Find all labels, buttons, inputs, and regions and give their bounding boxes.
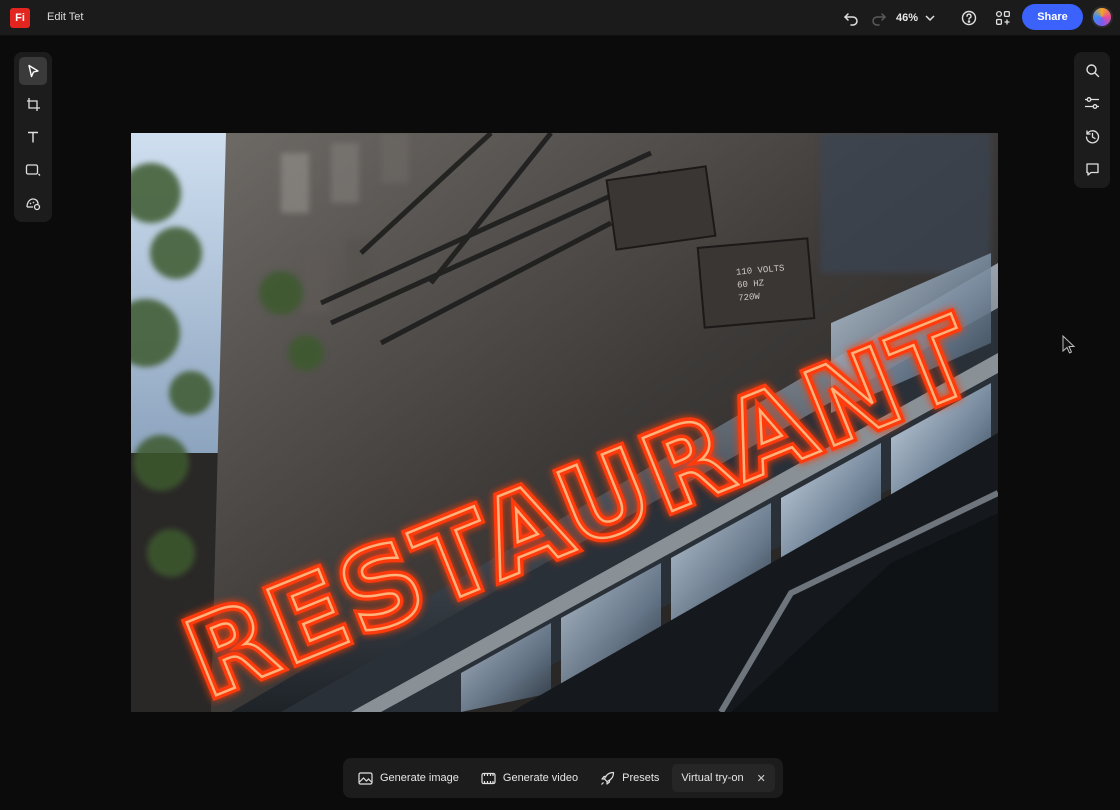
crop-icon[interactable]	[19, 90, 47, 118]
adjustments-icon[interactable]	[1078, 89, 1106, 117]
document-title[interactable]: Edit Tet	[47, 11, 84, 23]
restaurant-sign-photo: 110 VOLTS 60 HZ 720W RESTAURANT RESTAURA…	[131, 133, 998, 712]
canvas-image[interactable]: 110 VOLTS 60 HZ 720W RESTAURANT RESTAURA…	[131, 133, 998, 712]
shape-icon[interactable]	[19, 156, 47, 184]
right-toolbar	[1074, 52, 1110, 188]
apps-icon[interactable]	[992, 7, 1014, 29]
select-icon[interactable]	[19, 57, 47, 85]
left-toolbar	[14, 52, 52, 222]
app-logo[interactable]: Fi	[10, 8, 30, 28]
presets-label: Presets	[622, 772, 660, 784]
virtual-tryon-chip[interactable]: Virtual try-on ✕	[672, 764, 775, 792]
generate-video-label: Generate video	[502, 772, 579, 784]
undo-icon[interactable]	[840, 7, 862, 29]
redo-icon[interactable]	[868, 7, 890, 29]
share-button[interactable]: Share	[1022, 4, 1083, 30]
help-icon[interactable]	[958, 7, 980, 29]
close-icon[interactable]: ✕	[757, 772, 766, 785]
sign-label-watts: 720W	[738, 292, 761, 304]
generate-image-button[interactable]: Generate image	[349, 764, 468, 792]
bottom-action-bar: Generate image Generate video Presets Vi…	[343, 758, 783, 798]
text-icon[interactable]	[19, 123, 47, 151]
search-icon[interactable]	[1078, 56, 1106, 84]
chevron-down-icon	[925, 15, 935, 22]
mouse-cursor-icon	[1061, 334, 1077, 360]
generate-image-label: Generate image	[380, 772, 459, 784]
rocket-icon	[601, 771, 615, 785]
video-icon	[481, 772, 496, 784]
virtual-tryon-label: Virtual try-on	[681, 772, 744, 784]
generate-video-button[interactable]: Generate video	[472, 764, 587, 792]
history-icon[interactable]	[1078, 122, 1106, 150]
avatar[interactable]	[1091, 6, 1113, 28]
comment-icon[interactable]	[1078, 155, 1106, 183]
top-bar: Fi Edit Tet 46% Share	[0, 0, 1120, 36]
generative-fill-icon[interactable]	[19, 189, 47, 217]
image-icon	[358, 771, 373, 785]
zoom-control[interactable]: 46%	[896, 7, 936, 29]
zoom-level: 46%	[896, 12, 919, 24]
presets-button[interactable]: Presets	[591, 764, 668, 792]
